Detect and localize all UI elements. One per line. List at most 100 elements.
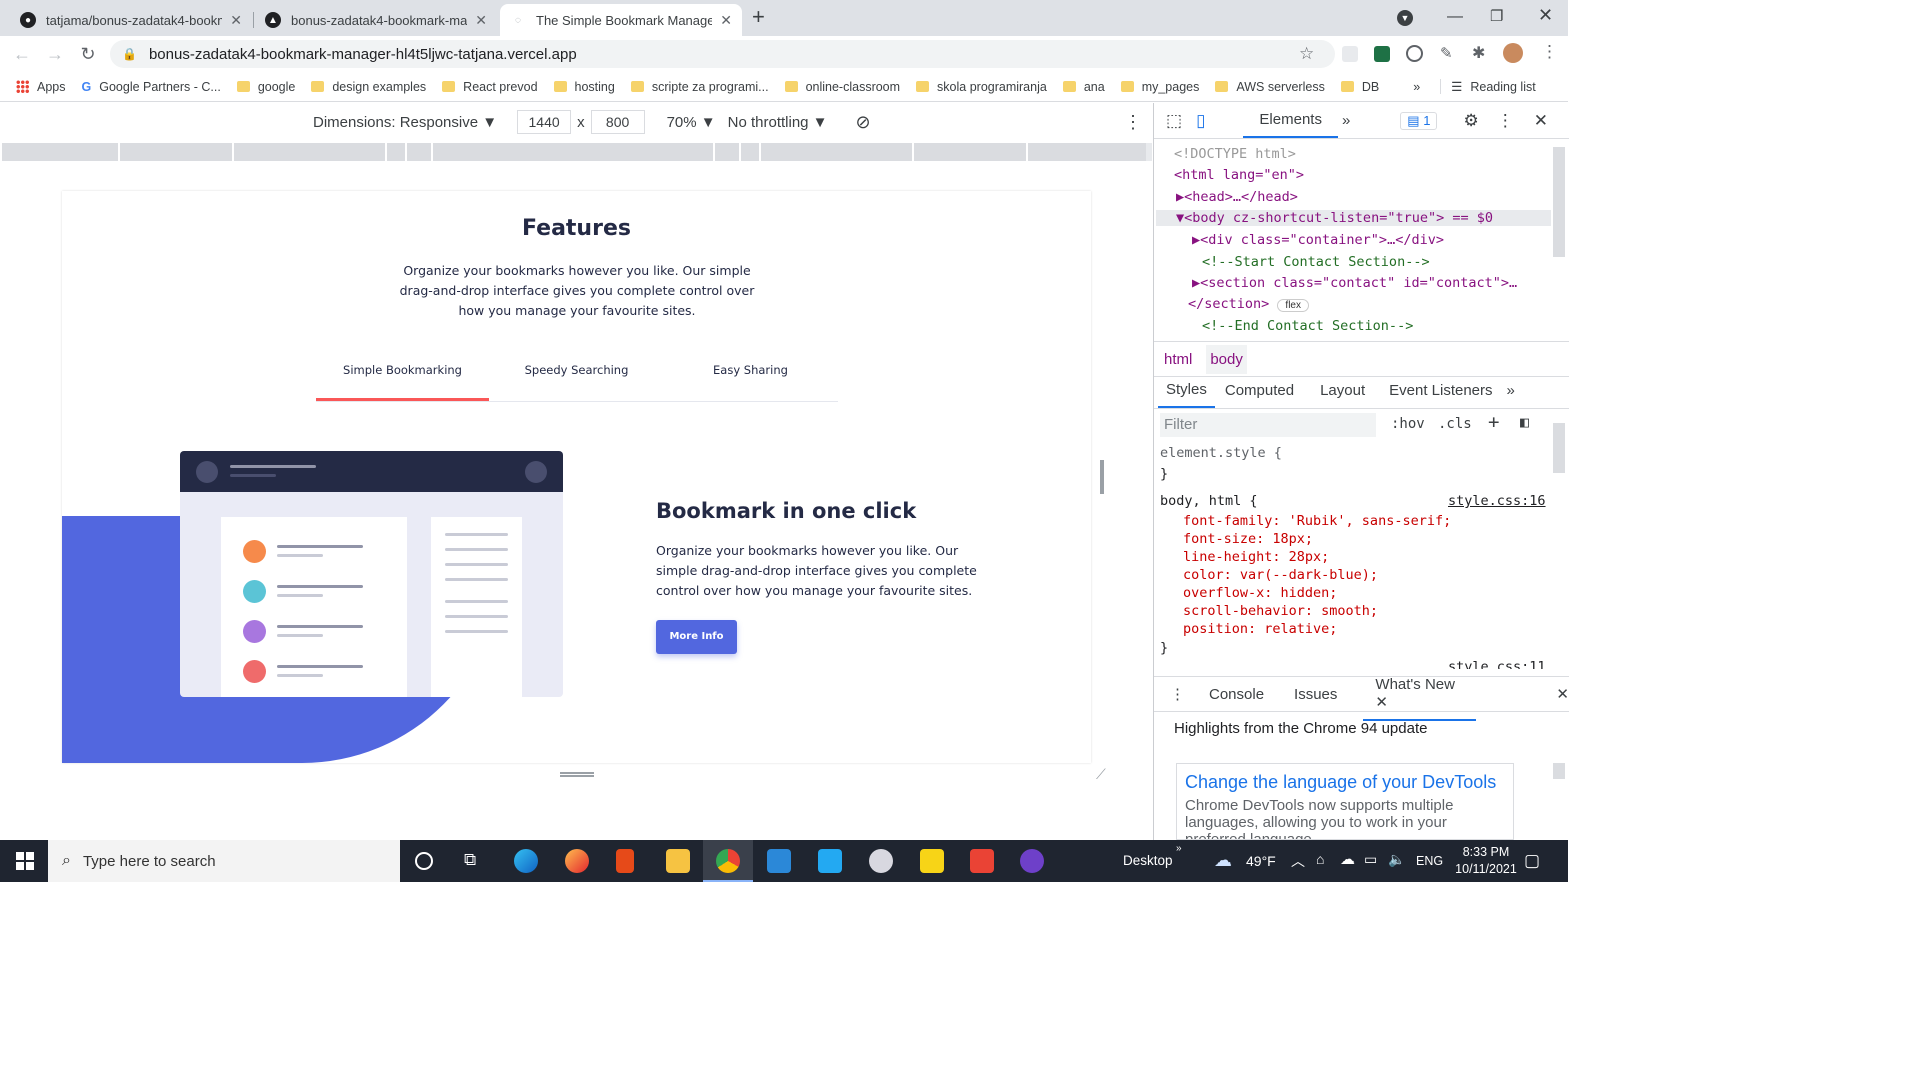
new-tab-button[interactable]: + bbox=[752, 4, 765, 30]
task-view-icon[interactable]: ⧉ bbox=[464, 850, 476, 870]
styles-filter-input[interactable]: Filter bbox=[1160, 413, 1376, 437]
dom-line[interactable]: ▶<div class="container">…</div> bbox=[1192, 232, 1444, 248]
bookmark-apps[interactable]: Apps bbox=[16, 80, 66, 94]
drawer-menu-icon[interactable]: ⋮ bbox=[1170, 685, 1185, 703]
back-arrow-icon[interactable]: ← bbox=[12, 44, 32, 65]
devtools-menu-icon[interactable]: ⋮ bbox=[1497, 111, 1514, 131]
dom-line[interactable]: ▶<section class="contact" id="contact">… bbox=[1192, 275, 1517, 291]
zoom-select[interactable]: 70% ▼ bbox=[667, 114, 716, 131]
rule-source-link[interactable]: style.css:16 bbox=[1448, 493, 1546, 509]
resize-handle-bottom[interactable] bbox=[560, 772, 594, 777]
reload-icon[interactable]: ↻ bbox=[78, 44, 98, 65]
taskbar-search[interactable]: ⌕ Type here to search bbox=[48, 840, 400, 882]
bookmark-folder[interactable]: React prevod bbox=[442, 80, 538, 94]
rule-selector[interactable]: body, html { bbox=[1160, 493, 1258, 509]
volume-icon[interactable]: 🔈 bbox=[1388, 851, 1405, 868]
dom-line[interactable]: <!DOCTYPE html> bbox=[1174, 146, 1296, 162]
forward-arrow-icon[interactable]: → bbox=[45, 44, 65, 65]
weather-temperature[interactable]: 49°F bbox=[1246, 853, 1276, 869]
hov-toggle[interactable]: :hov bbox=[1391, 416, 1425, 432]
element-style-rule[interactable]: element.style { bbox=[1160, 445, 1282, 461]
ruler-segment[interactable] bbox=[407, 143, 433, 161]
reading-list-button[interactable]: ☰ Reading list bbox=[1440, 79, 1536, 94]
cortana-icon[interactable] bbox=[415, 852, 433, 870]
dom-scrollbar[interactable] bbox=[1553, 147, 1565, 257]
profile-avatar[interactable] bbox=[1503, 43, 1523, 63]
breadcrumb-html[interactable]: html bbox=[1164, 351, 1192, 368]
ruler-segment[interactable] bbox=[1028, 143, 1146, 161]
tray-expand-icon[interactable]: ︿ bbox=[1291, 851, 1305, 871]
tab-easy-sharing[interactable]: Easy Sharing bbox=[664, 363, 837, 377]
more-info-button[interactable]: More Info bbox=[656, 620, 737, 654]
dom-line[interactable]: <html lang="en"> bbox=[1174, 167, 1304, 183]
battery-icon[interactable]: ▭ bbox=[1364, 851, 1377, 868]
maximize-icon[interactable]: ❐ bbox=[1490, 7, 1503, 25]
bookmark-folder[interactable]: online-classroom bbox=[784, 80, 900, 94]
github-desktop-icon[interactable] bbox=[1020, 849, 1044, 873]
tab-event-listeners[interactable]: Event Listeners bbox=[1389, 382, 1492, 399]
close-tab-icon[interactable]: ✕ bbox=[230, 12, 242, 29]
height-input[interactable]: 800 bbox=[590, 110, 645, 134]
desktop-toolbar-expand[interactable]: » bbox=[1176, 843, 1182, 854]
ruler-segment[interactable] bbox=[741, 143, 761, 161]
circle-extension-icon[interactable] bbox=[1406, 45, 1423, 62]
puzzle-extensions-icon[interactable]: ✱ bbox=[1472, 43, 1485, 63]
file-explorer-icon[interactable] bbox=[666, 849, 690, 873]
dom-line-selected[interactable]: ▼<body cz-shortcut-listen="true"> == $0 bbox=[1156, 210, 1551, 226]
media-query-ruler[interactable] bbox=[2, 143, 1152, 161]
css-property[interactable]: font-size: 18px; bbox=[1183, 531, 1313, 547]
close-tab-icon[interactable]: ✕ bbox=[720, 12, 732, 29]
issues-badge[interactable]: ▤ 1 bbox=[1400, 111, 1438, 130]
tab-speedy-searching[interactable]: Speedy Searching bbox=[490, 363, 663, 377]
drawer-tab-console[interactable]: Console bbox=[1209, 686, 1264, 703]
ruler-segment[interactable] bbox=[914, 143, 1028, 161]
drawer-tab-issues[interactable]: Issues bbox=[1294, 686, 1337, 703]
extension-icon[interactable] bbox=[1342, 46, 1358, 62]
card-title-link[interactable]: Change the language of your DevTools bbox=[1185, 772, 1505, 793]
bookmark-google-partners[interactable]: G Google Partners - C... bbox=[82, 80, 221, 94]
resize-corner-icon[interactable]: ⟋ bbox=[1096, 766, 1106, 783]
bookmark-folder[interactable]: skola programiranja bbox=[916, 80, 1047, 94]
more-style-tabs-button[interactable]: » bbox=[1507, 382, 1515, 399]
gmail-icon[interactable] bbox=[970, 849, 994, 873]
bookmark-folder[interactable]: DB bbox=[1340, 80, 1379, 94]
eyedropper-extension-icon[interactable]: ✎ bbox=[1440, 44, 1453, 62]
settings-gear-icon[interactable]: ⚙ bbox=[1463, 111, 1478, 131]
ruler-segment[interactable] bbox=[2, 143, 120, 161]
flex-badge[interactable]: flex bbox=[1277, 299, 1309, 312]
browser-tab-vercel[interactable]: ▲ bonus-zadatak4-bookmark-mana ✕ bbox=[255, 4, 497, 36]
ruler-segment[interactable] bbox=[234, 143, 387, 161]
close-devtools-icon[interactable]: ✕ bbox=[1534, 111, 1548, 131]
close-drawer-icon[interactable]: ✕ bbox=[1556, 685, 1569, 703]
firefox-icon[interactable] bbox=[565, 849, 589, 873]
css-property[interactable]: position: relative; bbox=[1183, 621, 1337, 637]
bookmark-folder[interactable]: AWS serverless bbox=[1215, 80, 1325, 94]
bookmark-folder[interactable]: my_pages bbox=[1120, 80, 1199, 94]
browser-tab-active[interactable]: ◌ The Simple Bookmark Manager ✕ bbox=[500, 4, 742, 36]
browser-menu-icon[interactable]: ⋮ bbox=[1541, 42, 1558, 62]
css-property[interactable]: overflow-x: hidden; bbox=[1183, 585, 1337, 601]
language-indicator[interactable]: ENG bbox=[1416, 854, 1443, 868]
cls-toggle[interactable]: .cls bbox=[1438, 416, 1472, 432]
dom-comment[interactable]: <!--Start Contact Section--> bbox=[1202, 254, 1430, 270]
chrome-icon[interactable] bbox=[716, 849, 740, 873]
throttling-select[interactable]: No throttling ▼ bbox=[728, 114, 828, 131]
desktop-toolbar-label[interactable]: Desktop bbox=[1123, 853, 1173, 868]
ruler-segment[interactable] bbox=[387, 143, 407, 161]
tab-simple-bookmarking[interactable]: Simple Bookmarking bbox=[316, 363, 489, 377]
clock[interactable]: 8:33 PM 10/11/2021 bbox=[1452, 844, 1520, 878]
device-toolbar-menu-icon[interactable]: ⋮ bbox=[1124, 112, 1142, 133]
device-toggle-icon[interactable]: ▯ bbox=[1196, 111, 1205, 131]
css-property[interactable]: font-family: 'Rubik', sans-serif; bbox=[1183, 513, 1451, 529]
dimensions-select[interactable]: Dimensions: Responsive ▼ bbox=[313, 114, 497, 131]
drawer-scrollbar[interactable] bbox=[1553, 763, 1565, 779]
bookmark-folder[interactable]: google bbox=[236, 80, 295, 94]
excel-extension-icon[interactable] bbox=[1374, 46, 1390, 62]
close-tab-icon[interactable]: ✕ bbox=[475, 12, 487, 29]
ruler-segment[interactable] bbox=[120, 143, 234, 161]
bookmarks-overflow-button[interactable]: » bbox=[1413, 80, 1420, 94]
tab-elements[interactable]: Elements bbox=[1243, 103, 1338, 138]
notifications-icon[interactable]: ▢ bbox=[1524, 851, 1540, 871]
tab-styles[interactable]: Styles bbox=[1158, 373, 1215, 408]
address-bar[interactable]: 🔒 bonus-zadatak4-bookmark-manager-hl4t5l… bbox=[110, 40, 1335, 68]
